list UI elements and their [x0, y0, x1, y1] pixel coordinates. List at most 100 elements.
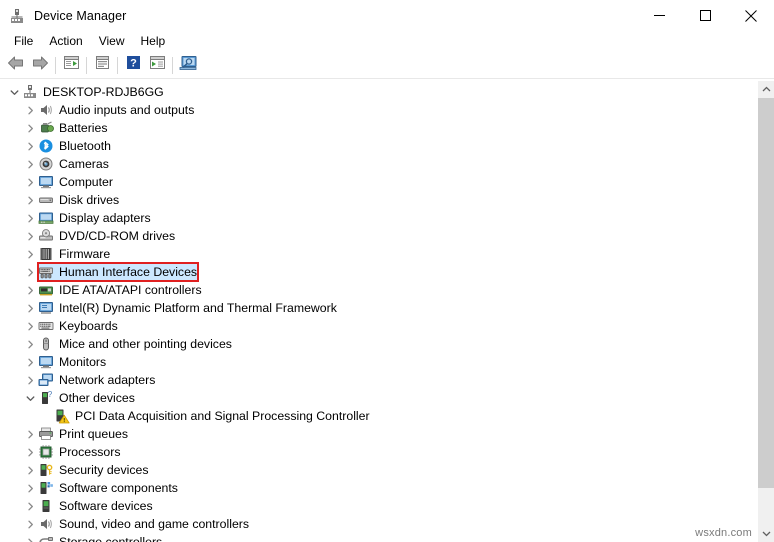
chevron-right-icon[interactable] [22, 263, 38, 281]
caption-buttons [636, 0, 774, 31]
tree-node[interactable]: Audio inputs and outputs [0, 101, 750, 119]
chevron-right-icon[interactable] [22, 335, 38, 353]
chevron-right-icon[interactable] [22, 353, 38, 371]
tree-node[interactable]: ? Other devices [0, 389, 750, 407]
tree-node-label: Monitors [59, 355, 107, 369]
tree-node[interactable]: Keyboards [0, 317, 750, 335]
tree-node[interactable]: Computer [0, 173, 750, 191]
tree-node[interactable]: Disk drives [0, 191, 750, 209]
chevron-right-icon[interactable] [22, 119, 38, 137]
chevron-right-icon[interactable] [22, 425, 38, 443]
back-arrow-icon [7, 55, 25, 76]
scan-hardware-icon [149, 55, 166, 75]
chevron-right-icon[interactable] [22, 173, 38, 191]
tree-node[interactable]: Network adapters [0, 371, 750, 389]
window-title: Device Manager [34, 8, 127, 23]
tree-node[interactable]: Human Interface Devices [0, 263, 750, 281]
chevron-right-icon[interactable] [22, 245, 38, 263]
tree-node[interactable]: Storage controllers [0, 533, 750, 542]
vertical-scrollbar[interactable] [757, 81, 774, 542]
chevron-right-icon[interactable] [22, 515, 38, 533]
chevron-right-icon[interactable] [22, 101, 38, 119]
chevron-right-icon[interactable] [22, 371, 38, 389]
properties-button[interactable] [90, 53, 114, 77]
tree-root-node[interactable]: DESKTOP-RDJB6GG [0, 83, 750, 101]
tree-node[interactable]: Mice and other pointing devices [0, 335, 750, 353]
minimize-button[interactable] [636, 0, 682, 31]
scroll-up-button[interactable] [758, 81, 774, 98]
tree-node-label: Security devices [59, 463, 149, 477]
tree-node[interactable]: IDE ATA/ATAPI controllers [0, 281, 750, 299]
tree-node[interactable]: Firmware [0, 245, 750, 263]
tree-node[interactable]: Intel(R) Dynamic Platform and Thermal Fr… [0, 299, 750, 317]
forward-button[interactable] [28, 53, 52, 77]
chevron-down-icon [762, 530, 771, 537]
forward-arrow-icon [31, 55, 49, 76]
tree-node-label: IDE ATA/ATAPI controllers [59, 283, 202, 297]
menu-action[interactable]: Action [41, 32, 90, 51]
menu-file[interactable]: File [6, 32, 41, 51]
security-device-icon [38, 462, 54, 478]
tree-node[interactable]: Processors [0, 443, 750, 461]
tree-node[interactable]: Cameras [0, 155, 750, 173]
chevron-right-icon[interactable] [22, 461, 38, 479]
title-bar: Device Manager [0, 0, 774, 31]
help-button[interactable]: ? [121, 53, 145, 77]
tree-node[interactable]: Display adapters [0, 209, 750, 227]
toolbar-separator [86, 56, 87, 74]
tree-node-label: Cameras [59, 157, 109, 171]
chevron-down-icon[interactable] [22, 389, 38, 407]
tree-node[interactable]: Bluetooth [0, 137, 750, 155]
chevron-down-icon[interactable] [6, 83, 22, 101]
monitor-icon [38, 174, 54, 190]
chevron-right-icon[interactable] [22, 317, 38, 335]
chevron-right-icon[interactable] [22, 209, 38, 227]
tree-node[interactable]: Software components [0, 479, 750, 497]
tree-node[interactable]: Monitors [0, 353, 750, 371]
svg-text:?: ? [130, 58, 137, 70]
tree-node-label: Firmware [59, 247, 111, 261]
update-driver-monitor-icon [179, 55, 198, 76]
device-tree-pane[interactable]: DESKTOP-RDJB6GG Audio inputs and outputs B… [0, 81, 750, 542]
scroll-down-button[interactable] [758, 525, 774, 542]
scan-hardware-changes-button[interactable] [145, 53, 169, 77]
chevron-right-icon[interactable] [22, 533, 38, 542]
tree-node[interactable]: Software devices [0, 497, 750, 515]
tree-node[interactable]: Security devices [0, 461, 750, 479]
speaker-icon [38, 516, 54, 532]
device-tree: DESKTOP-RDJB6GG Audio inputs and outputs B… [0, 81, 750, 542]
display-adapter-icon [38, 210, 54, 226]
tree-node[interactable]: DVD/CD-ROM drives [0, 227, 750, 245]
bluetooth-icon [38, 138, 54, 154]
scrollbar-thumb[interactable] [758, 98, 774, 488]
tree-node-label: Mice and other pointing devices [59, 337, 232, 351]
computer-root-icon [22, 84, 38, 100]
tree-node[interactable]: Batteries [0, 119, 750, 137]
chevron-right-icon [38, 407, 54, 425]
help-question-icon: ? [126, 55, 141, 75]
chevron-right-icon[interactable] [22, 443, 38, 461]
chevron-right-icon[interactable] [22, 227, 38, 245]
menu-view[interactable]: View [91, 32, 133, 51]
scrollbar-track[interactable] [758, 98, 774, 525]
chevron-right-icon[interactable] [22, 191, 38, 209]
tree-node-label: Software components [59, 481, 178, 495]
tree-node[interactable]: Sound, video and game controllers [0, 515, 750, 533]
chevron-right-icon[interactable] [22, 497, 38, 515]
speaker-icon [38, 102, 54, 118]
storage-controller-icon [38, 534, 54, 542]
back-button[interactable] [4, 53, 28, 77]
chevron-right-icon[interactable] [22, 479, 38, 497]
chevron-right-icon[interactable] [22, 299, 38, 317]
show-hide-console-tree-button[interactable] [59, 53, 83, 77]
menu-help[interactable]: Help [133, 32, 174, 51]
chevron-right-icon[interactable] [22, 155, 38, 173]
close-button[interactable] [728, 0, 774, 31]
chevron-right-icon[interactable] [22, 281, 38, 299]
maximize-button[interactable] [682, 0, 728, 31]
tree-node[interactable]: PCI Data Acquisition and Signal Processi… [0, 407, 750, 425]
chevron-right-icon[interactable] [22, 137, 38, 155]
tree-node[interactable]: Print queues [0, 425, 750, 443]
update-driver-button[interactable] [176, 53, 200, 77]
tree-node-label: Print queues [59, 427, 129, 441]
